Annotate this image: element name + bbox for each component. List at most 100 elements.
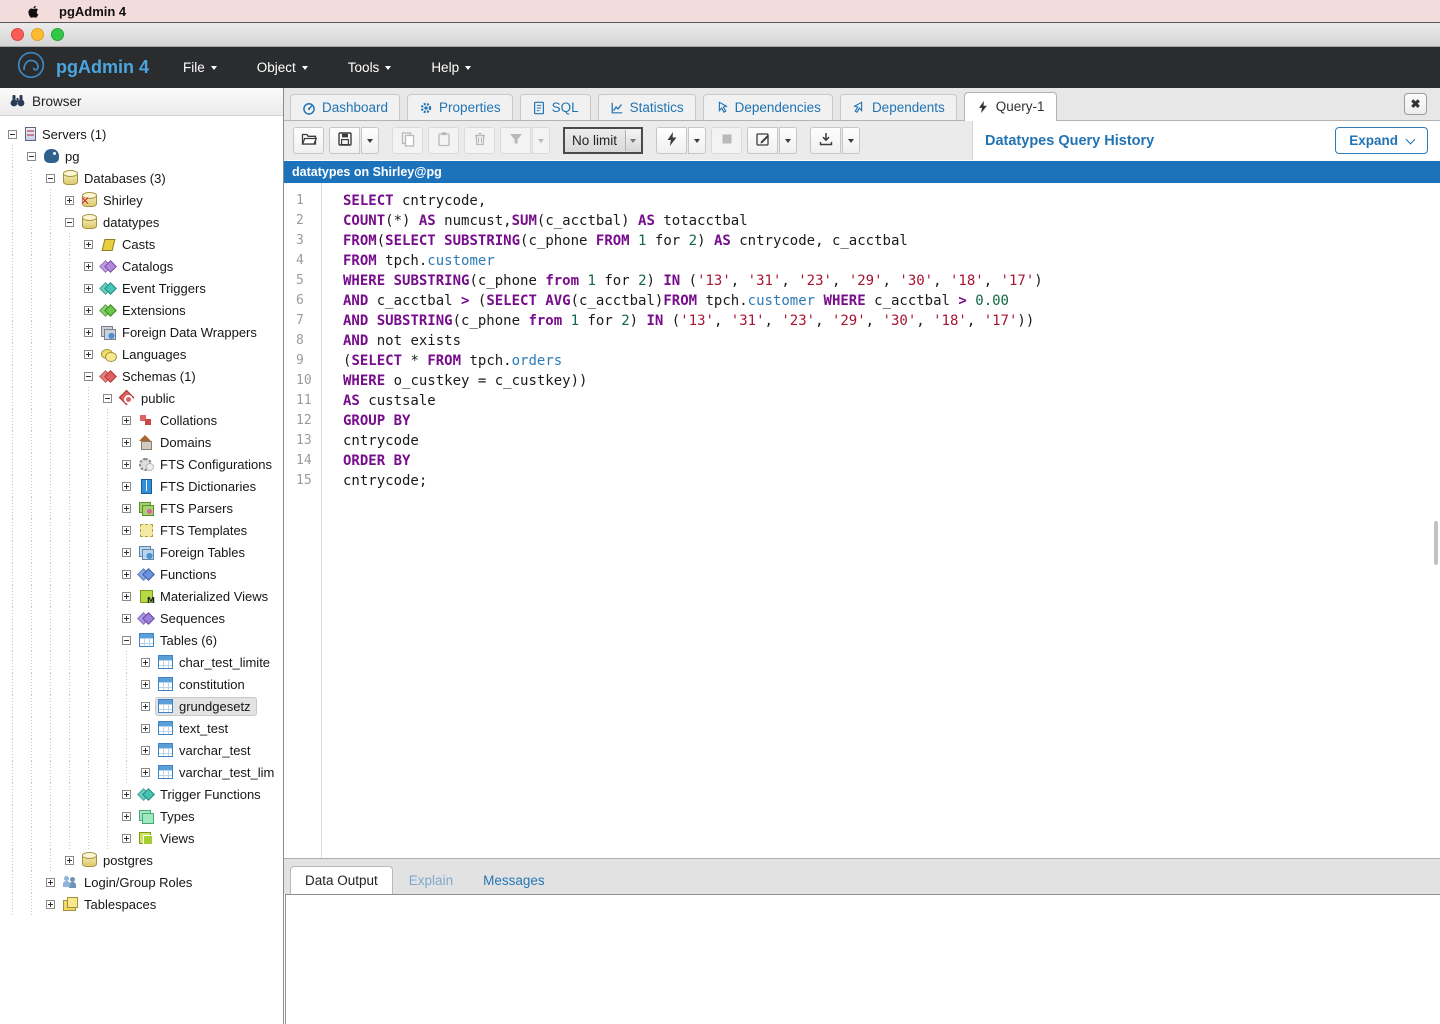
tab-statistics[interactable]: Statistics: [598, 94, 696, 120]
expand-icon[interactable]: [122, 460, 131, 469]
tab-sql[interactable]: SQL: [520, 94, 591, 120]
edit-button[interactable]: [747, 127, 778, 154]
menu-object[interactable]: Object: [257, 60, 308, 75]
collapse-icon[interactable]: [46, 174, 55, 183]
collapse-icon[interactable]: [65, 218, 74, 227]
tree-item-foreign-tables[interactable]: Foreign Tables: [0, 541, 283, 563]
expand-button[interactable]: Expand: [1335, 127, 1428, 154]
tree-item-tablespaces[interactable]: Tablespaces: [0, 893, 283, 915]
tree-item-fts-templates[interactable]: FTS Templates: [0, 519, 283, 541]
tree-item-pg[interactable]: pg: [0, 145, 283, 167]
tree-item-varchar-test-lim[interactable]: varchar_test_lim: [0, 761, 283, 783]
tree-item-fts-parsers[interactable]: FTS Parsers: [0, 497, 283, 519]
save-button[interactable]: [329, 127, 360, 154]
tree-item-fts-configurations[interactable]: FTS Configurations: [0, 453, 283, 475]
collapse-icon[interactable]: [103, 394, 112, 403]
download-button[interactable]: [810, 127, 841, 154]
collapse-icon[interactable]: [8, 130, 17, 139]
output-tab-data-output[interactable]: Data Output: [290, 866, 393, 894]
tree-item-event-triggers[interactable]: Event Triggers: [0, 277, 283, 299]
menu-help[interactable]: Help: [431, 60, 471, 75]
tree-item-login-group-roles[interactable]: Login/Group Roles: [0, 871, 283, 893]
collapse-icon[interactable]: [122, 636, 131, 645]
row-limit-select[interactable]: No limit: [563, 127, 643, 154]
tree-item-domains[interactable]: Domains: [0, 431, 283, 453]
expand-icon[interactable]: [122, 592, 131, 601]
expand-icon[interactable]: [65, 196, 74, 205]
tree-item-extensions[interactable]: Extensions: [0, 299, 283, 321]
tree-item-databases-3[interactable]: Databases (3): [0, 167, 283, 189]
tree-item-catalogs[interactable]: Catalogs: [0, 255, 283, 277]
zoom-window-button[interactable]: [51, 28, 64, 41]
menu-tools[interactable]: Tools: [348, 60, 392, 75]
expand-icon[interactable]: [141, 680, 150, 689]
tree-item-types[interactable]: Types: [0, 805, 283, 827]
tree-item-tables-6[interactable]: Tables (6): [0, 629, 283, 651]
tree-item-shirley[interactable]: Shirley: [0, 189, 283, 211]
expand-icon[interactable]: [84, 240, 93, 249]
tree-item-materialized-views[interactable]: Materialized Views: [0, 585, 283, 607]
expand-icon[interactable]: [46, 878, 55, 887]
execute-button-dropdown[interactable]: [688, 127, 706, 154]
tree-item-languages[interactable]: Languages: [0, 343, 283, 365]
expand-icon[interactable]: [122, 526, 131, 535]
expand-icon[interactable]: [141, 658, 150, 667]
query-history-link[interactable]: Datatypes Query History: [985, 121, 1154, 160]
tree-item-public[interactable]: public: [0, 387, 283, 409]
tree-item-views[interactable]: Views: [0, 827, 283, 849]
apple-icon[interactable]: [26, 4, 39, 19]
tab-dependencies[interactable]: Dependencies: [703, 94, 833, 120]
expand-icon[interactable]: [122, 438, 131, 447]
expand-icon[interactable]: [84, 350, 93, 359]
tree-item-fts-dictionaries[interactable]: FTS Dictionaries: [0, 475, 283, 497]
tree-item-sequences[interactable]: Sequences: [0, 607, 283, 629]
edit-button-dropdown[interactable]: [779, 127, 797, 154]
tree-item-collations[interactable]: Collations: [0, 409, 283, 431]
expand-icon[interactable]: [65, 856, 74, 865]
tree-item-foreign-data-wrappers[interactable]: Foreign Data Wrappers: [0, 321, 283, 343]
tree-item-postgres[interactable]: postgres: [0, 849, 283, 871]
sql-editor[interactable]: 123456789101112131415 SELECT cntrycode,C…: [284, 183, 1440, 858]
menubar-app-title[interactable]: pgAdmin 4: [59, 4, 126, 19]
collapse-icon[interactable]: [27, 152, 36, 161]
expand-icon[interactable]: [122, 416, 131, 425]
minimize-window-button[interactable]: [31, 28, 44, 41]
menu-file[interactable]: File: [183, 60, 217, 75]
tab-dashboard[interactable]: Dashboard: [290, 94, 400, 120]
expand-icon[interactable]: [122, 834, 131, 843]
expand-icon[interactable]: [122, 504, 131, 513]
collapse-icon[interactable]: [84, 372, 93, 381]
expand-icon[interactable]: [84, 328, 93, 337]
tree-item-text-test[interactable]: text_test: [0, 717, 283, 739]
output-tab-messages[interactable]: Messages: [469, 866, 559, 894]
expand-icon[interactable]: [141, 724, 150, 733]
expand-icon[interactable]: [84, 284, 93, 293]
tree-item-casts[interactable]: Casts: [0, 233, 283, 255]
scrollbar-thumb[interactable]: [1434, 521, 1438, 565]
expand-icon[interactable]: [141, 746, 150, 755]
expand-icon[interactable]: [122, 570, 131, 579]
tab-dependents[interactable]: Dependents: [840, 94, 957, 120]
tree-item-char-test-limite[interactable]: char_test_limite: [0, 651, 283, 673]
save-button-dropdown[interactable]: [361, 127, 379, 154]
download-button-dropdown[interactable]: [842, 127, 860, 154]
expand-icon[interactable]: [46, 900, 55, 909]
expand-icon[interactable]: [84, 306, 93, 315]
tree-item-servers-1[interactable]: Servers (1): [0, 123, 283, 145]
execute-button[interactable]: [656, 127, 687, 154]
expand-icon[interactable]: [84, 262, 93, 271]
expand-icon[interactable]: [122, 812, 131, 821]
expand-icon[interactable]: [141, 768, 150, 777]
expand-icon[interactable]: [141, 702, 150, 711]
tree-item-schemas-1[interactable]: Schemas (1): [0, 365, 283, 387]
tab-properties[interactable]: Properties: [407, 94, 513, 120]
expand-icon[interactable]: [122, 548, 131, 557]
expand-icon[interactable]: [122, 482, 131, 491]
close-tab-button[interactable]: ✖: [1404, 93, 1427, 115]
expand-icon[interactable]: [122, 790, 131, 799]
open-file-button[interactable]: [293, 127, 324, 154]
tree-item-constitution[interactable]: constitution: [0, 673, 283, 695]
tree-item-datatypes[interactable]: datatypes: [0, 211, 283, 233]
tree-item-functions[interactable]: Functions: [0, 563, 283, 585]
tab-query-1[interactable]: Query-1: [964, 92, 1057, 120]
